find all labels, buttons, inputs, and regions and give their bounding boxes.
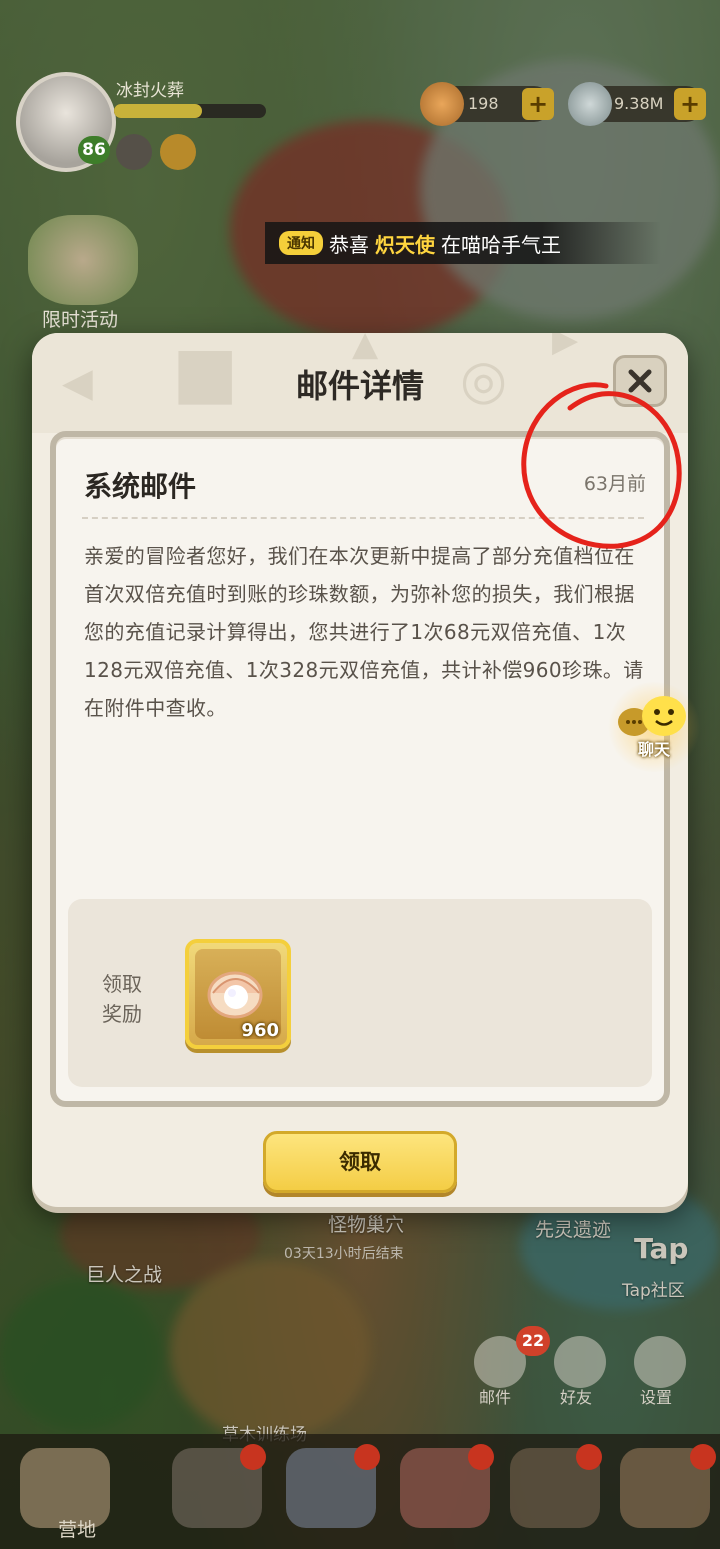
giant-battle-label[interactable]: 巨人之战 — [86, 1260, 162, 1287]
decor-icon: ▲ — [352, 333, 379, 364]
reward-item[interactable]: 960 — [185, 939, 291, 1049]
notice-prefix: 恭喜 — [329, 232, 369, 257]
weapon-tab-alert-icon — [354, 1444, 380, 1470]
claim-button[interactable]: 领取 — [263, 1131, 457, 1193]
gold-icon — [568, 82, 612, 126]
red-annotation-circle — [521, 382, 682, 549]
notice-tag: 通知 — [279, 231, 323, 255]
reward-label: 领取奖励 — [102, 972, 142, 1026]
chat-bubble-icon — [618, 696, 686, 736]
notice-highlight: 炽天使 — [375, 232, 435, 257]
pet-tab-alert-icon — [468, 1444, 494, 1470]
pearl-shell-icon — [207, 971, 263, 1019]
event-timer: 03天13小时后结束 — [284, 1246, 404, 1262]
shop-tab-alert-icon — [690, 1444, 716, 1470]
limited-event-label: 限时活动 — [42, 309, 119, 331]
add-pearl-button[interactable]: + — [522, 88, 554, 120]
friends-label: 好友 — [560, 1388, 593, 1407]
settings-button[interactable] — [634, 1336, 686, 1388]
pearl-count: 198 — [468, 94, 499, 113]
player-name: 冰封火葬 — [116, 81, 184, 101]
chat-label: 聊天 — [638, 740, 671, 759]
camp-tab-label: 营地 — [58, 1519, 97, 1541]
gold-count: 9.38M — [614, 94, 664, 113]
chat-button[interactable]: 聊天 — [606, 682, 702, 772]
monster-nest-label[interactable]: 怪物巢穴 — [328, 1210, 404, 1237]
limited-event-icon[interactable] — [28, 215, 138, 305]
reward-section: 领取奖励 960 — [68, 899, 652, 1087]
gold-rank-badge-icon[interactable] — [160, 134, 196, 170]
player-xp-bar — [114, 104, 266, 118]
notice-banner: 通知 恭喜 炽天使 在喵哈手气王 — [265, 222, 661, 264]
notice-suffix: 在喵哈手气王 — [441, 232, 561, 257]
tap-logo[interactable]: Tap — [634, 1232, 688, 1265]
reward-quantity: 960 — [241, 1020, 279, 1041]
mail-body: 亲爱的冒险者您好，我们在本次更新中提高了部分充值档位在首次双倍充值时到账的珍珠数… — [84, 544, 644, 720]
gold-counter: 9.38M + — [568, 82, 706, 126]
mail-label: 邮件 — [479, 1388, 512, 1407]
pioneer-ruins-label[interactable]: 先灵遗迹 — [535, 1215, 611, 1242]
settings-label: 设置 — [640, 1388, 673, 1407]
pearl-counter: 198 + — [420, 82, 554, 126]
mail-title: 系统邮件 — [84, 470, 197, 503]
hero-tab-alert-icon — [240, 1444, 266, 1470]
friends-button[interactable] — [554, 1336, 606, 1388]
settings-gear-badge-icon[interactable] — [116, 134, 152, 170]
companion-tab-alert-icon — [576, 1444, 602, 1470]
pearl-icon — [420, 82, 464, 126]
add-gold-button[interactable]: + — [674, 88, 706, 120]
tap-community-label[interactable]: Tap社区 — [622, 1276, 685, 1301]
mail-count-badge: 22 — [516, 1326, 550, 1356]
decor-icon: ▶ — [552, 333, 579, 360]
player-level-badge: 86 — [78, 136, 110, 164]
